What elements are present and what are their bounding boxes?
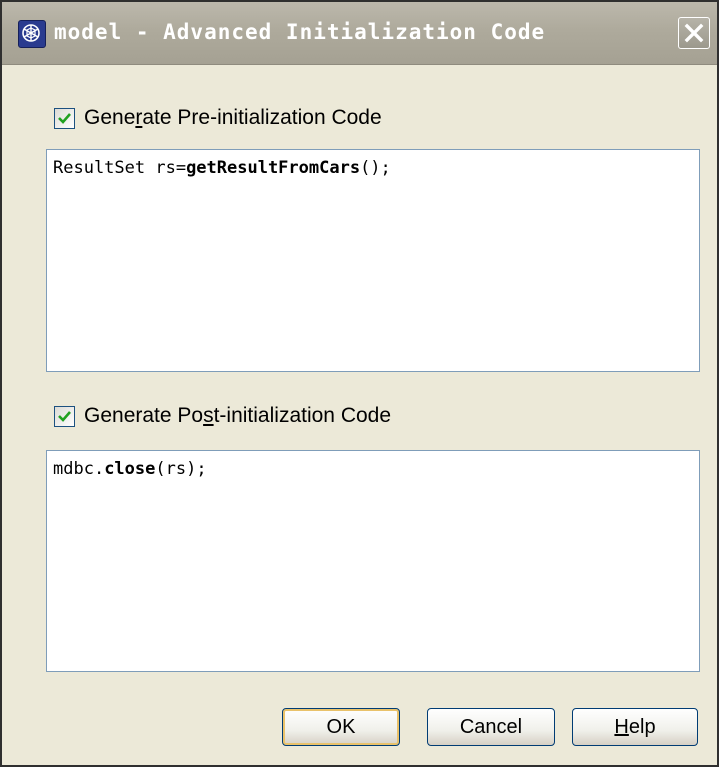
- pre-init-checkbox[interactable]: [54, 107, 75, 129]
- post-init-checkbox[interactable]: [54, 405, 75, 427]
- cancel-button[interactable]: Cancel: [427, 708, 555, 746]
- pre-init-checkbox-label: Generate Pre-initialization Code: [84, 106, 382, 129]
- pre-init-checkbox-row[interactable]: Generate Pre-initialization Code: [54, 105, 382, 131]
- post-code-token: (rs);: [155, 459, 207, 479]
- close-icon: [684, 23, 704, 43]
- window-title: model - Advanced Initialization Code: [54, 20, 546, 44]
- checkmark-icon: [58, 112, 71, 124]
- netbeans-cube-icon: [18, 20, 46, 48]
- post-code-token: close: [104, 459, 156, 479]
- help-button[interactable]: Help: [572, 708, 698, 746]
- ok-button[interactable]: OK: [282, 708, 400, 746]
- close-button[interactable]: [678, 17, 710, 49]
- post-init-checkbox-row[interactable]: Generate Post-initialization Code: [54, 403, 391, 429]
- dialog-window: model - Advanced Initialization Code Gen…: [0, 0, 719, 767]
- pre-code-token: ();: [360, 158, 391, 178]
- post-code-token: mdbc.: [53, 459, 105, 479]
- post-init-checkbox-label: Generate Post-initialization Code: [84, 404, 392, 427]
- pre-init-code-editor[interactable]: ResultSet rs=getResultFromCars();: [46, 149, 700, 372]
- pre-code-token: ResultSet rs=: [53, 158, 187, 178]
- post-init-code-editor[interactable]: mdbc.close(rs);: [46, 450, 700, 672]
- title-bar[interactable]: model - Advanced Initialization Code: [2, 2, 717, 65]
- pre-code-token: getResultFromCars: [186, 158, 361, 178]
- checkmark-icon: [58, 410, 71, 422]
